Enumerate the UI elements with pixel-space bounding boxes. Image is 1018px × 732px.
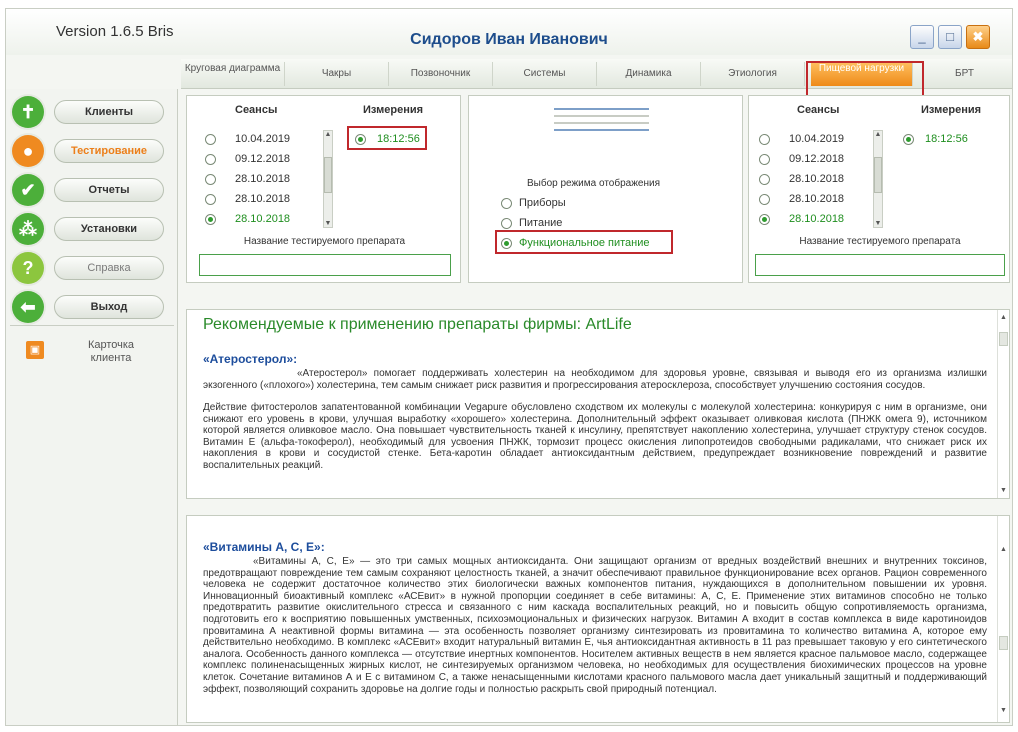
session-radio[interactable] — [759, 194, 770, 205]
right-session-panel: Сеансы Измерения 10.04.2019 09.12.2018 2… — [748, 95, 1010, 283]
mode-radio[interactable] — [501, 218, 512, 229]
session-radio[interactable] — [205, 174, 216, 185]
minimize-button[interactable]: _ — [910, 25, 934, 49]
session-row[interactable]: 28.10.2018 — [205, 212, 315, 230]
sidebar-item-exit[interactable]: ⬅ Выход — [12, 290, 174, 324]
sidebar-item-reports[interactable]: ✔ Отчеты — [12, 173, 174, 207]
drug-description: «Атеростерол» помогает поддерживать холе… — [203, 368, 987, 391]
restore-button[interactable]: □ — [938, 25, 962, 49]
recommendation-scrollbar[interactable]: ▲ ▼ — [997, 516, 1009, 722]
session-row[interactable]: 28.10.2018 — [205, 192, 315, 210]
session-radio[interactable] — [205, 214, 216, 225]
session-radio[interactable] — [759, 154, 770, 165]
clients-button[interactable]: Клиенты — [54, 100, 164, 124]
functional-food-highlight — [495, 230, 673, 254]
display-mode-panel: Выбор режима отображения Приборы Питание… — [468, 95, 743, 283]
network-icon: ⁂ — [12, 213, 44, 245]
drug-name-field[interactable] — [755, 254, 1005, 276]
tab-pie-chart[interactable]: Круговая диаграмма — [181, 62, 285, 86]
question-icon: ? — [12, 252, 44, 284]
session-radio[interactable] — [759, 214, 770, 225]
measurement-highlight — [347, 126, 427, 150]
session-radio[interactable] — [205, 194, 216, 205]
session-radio[interactable] — [759, 134, 770, 145]
tab-spine[interactable]: Позвоночник — [389, 62, 493, 86]
preview-thumbnail — [554, 108, 649, 138]
session-row[interactable]: 10.04.2019 — [759, 132, 869, 150]
drug-description: Действие фитостеролов запатентованной ко… — [203, 402, 987, 471]
display-mode-label: Выбор режима отображения — [527, 178, 660, 189]
mode-option-devices[interactable]: Приборы — [501, 196, 701, 214]
check-icon: ✔ — [12, 174, 44, 206]
recommendation-scrollbar[interactable]: ▲ ▼ — [997, 310, 1009, 498]
drug-title: «Витамины А, С, Е»: — [203, 540, 325, 554]
sidebar-item-testing[interactable]: ● Тестирование — [12, 134, 174, 168]
session-row[interactable]: 28.10.2018 — [759, 212, 869, 230]
sessions-header: Сеансы — [235, 104, 278, 116]
sessions-scrollbar[interactable]: ▲ ▼ — [873, 130, 883, 228]
cross-icon: ✝ — [12, 96, 44, 128]
app-window: Version 1.6.5 Bris Сидоров Иван Иванович… — [5, 8, 1013, 726]
help-button[interactable]: Справка — [54, 256, 164, 280]
sidebar-divider — [10, 325, 174, 326]
client-card-link[interactable]: ▣ Карточка клиента — [26, 339, 166, 369]
drug-name-label: Название тестируемого препарата — [799, 236, 961, 247]
client-card-label: Карточка клиента — [87, 339, 135, 364]
sidebar: ✝ Клиенты ● Тестирование ✔ Отчеты ⁂ Уста… — [6, 89, 178, 725]
testing-button[interactable]: Тестирование — [54, 139, 164, 163]
measurement-row[interactable]: 18:12:56 — [903, 132, 993, 150]
tab-brt[interactable]: БРТ — [917, 62, 1012, 86]
exit-button[interactable]: Выход — [54, 295, 164, 319]
reports-button[interactable]: Отчеты — [54, 178, 164, 202]
sidebar-item-settings[interactable]: ⁂ Установки — [12, 212, 174, 246]
sidebar-item-clients[interactable]: ✝ Клиенты — [12, 95, 174, 129]
tab-chakras[interactable]: Чакры — [285, 62, 389, 86]
recommendation-panel: Рекомендуемые к применению препараты фир… — [186, 309, 1010, 499]
sidebar-item-help[interactable]: ? Справка — [12, 251, 174, 285]
session-row[interactable]: 28.10.2018 — [759, 192, 869, 210]
sessions-scrollbar[interactable]: ▲ ▼ — [323, 130, 333, 228]
tab-systems[interactable]: Системы — [493, 62, 597, 86]
drug-title: «Атеростерол»: — [203, 352, 298, 366]
left-session-panel: Сеансы Измерения 10.04.2019 09.12.2018 2… — [186, 95, 461, 283]
session-row[interactable]: 28.10.2018 — [759, 172, 869, 190]
title-bar: Version 1.6.5 Bris Сидоров Иван Иванович… — [6, 9, 1012, 55]
mode-radio[interactable] — [501, 198, 512, 209]
tab-etiology[interactable]: Этиология — [701, 62, 805, 86]
measurements-header: Измерения — [363, 104, 424, 116]
session-radio[interactable] — [759, 174, 770, 185]
client-name: Сидоров Иван Иванович — [410, 31, 608, 48]
session-row[interactable]: 28.10.2018 — [205, 172, 315, 190]
back-arrow-icon: ⬅ — [12, 291, 44, 323]
drug-name-label: Название тестируемого препарата — [243, 236, 406, 247]
session-row[interactable]: 10.04.2019 — [205, 132, 315, 150]
recommendation-title: Рекомендуемые к применению препараты фир… — [203, 316, 632, 333]
session-radio[interactable] — [205, 134, 216, 145]
recommendation-panel-2: «Витамины А, С, Е»: «Витамины А, С, Е» —… — [186, 515, 1010, 723]
measurements-header: Измерения — [921, 104, 982, 116]
close-button[interactable]: ✖ — [966, 25, 990, 49]
settings-button[interactable]: Установки — [54, 217, 164, 241]
drug-name-field[interactable] — [199, 254, 451, 276]
person-icon: ● — [12, 135, 44, 167]
measurement-radio[interactable] — [903, 134, 914, 145]
sessions-header: Сеансы — [797, 104, 840, 116]
session-radio[interactable] — [205, 154, 216, 165]
session-row[interactable]: 09.12.2018 — [759, 152, 869, 170]
session-row[interactable]: 09.12.2018 — [205, 152, 315, 170]
client-card-icon: ▣ — [26, 341, 44, 359]
drug-description: «Витамины А, С, Е» — это три самых мощны… — [203, 556, 987, 695]
tab-dynamics[interactable]: Динамика — [597, 62, 701, 86]
